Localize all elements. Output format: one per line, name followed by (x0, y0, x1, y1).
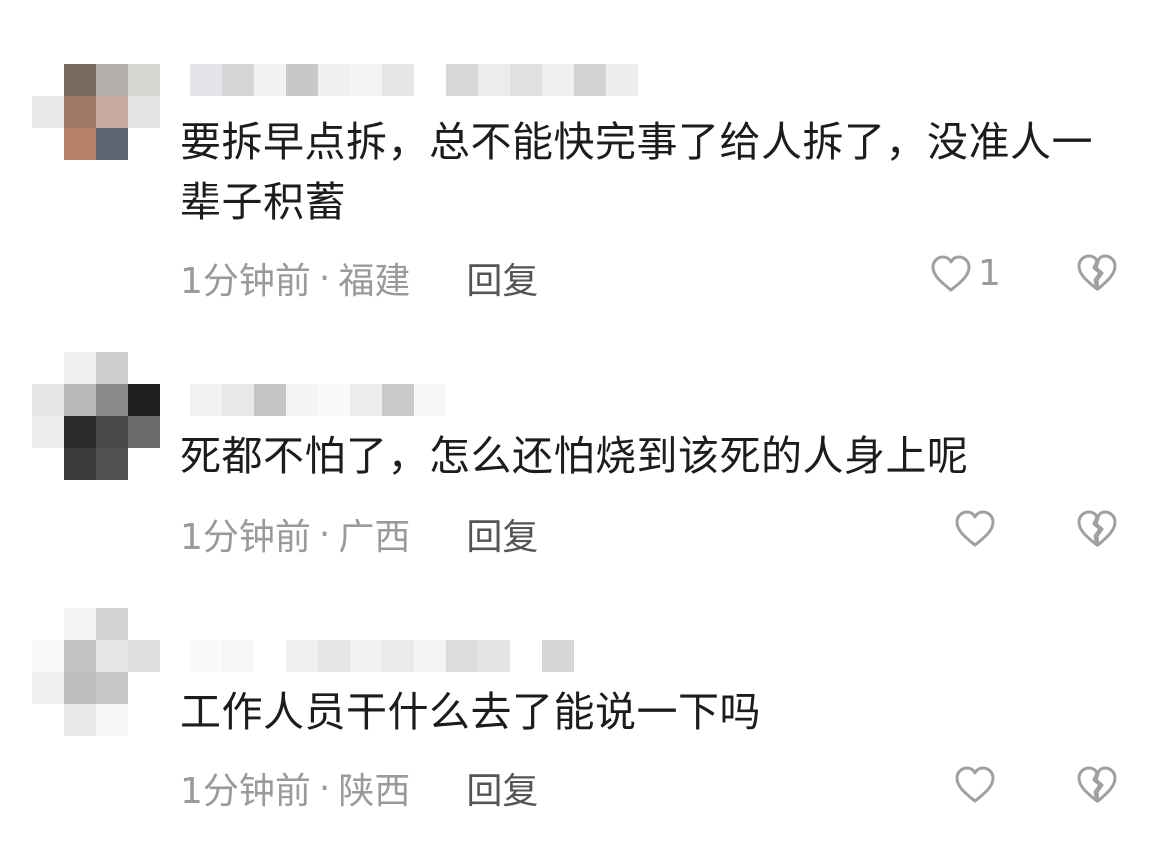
reply-button[interactable]: 回复 (466, 252, 538, 304)
comment-meta: 1分钟前 · 福建 回复 (180, 252, 538, 304)
dislike-button[interactable] (1076, 509, 1118, 549)
username-blurred[interactable] (190, 640, 574, 672)
like-button[interactable] (954, 765, 1002, 805)
dislike-button[interactable] (1076, 765, 1118, 805)
meta-separator: · (318, 513, 331, 555)
comment-text: 工作人员干什么去了能说一下吗 (180, 688, 761, 736)
reply-button[interactable]: 回复 (466, 762, 538, 814)
broken-heart-icon (1077, 510, 1117, 547)
comment-location: 陕西 (338, 771, 411, 812)
dislike-button[interactable] (1076, 253, 1118, 293)
meta-separator: · (318, 257, 331, 299)
username-blurred[interactable] (190, 64, 638, 96)
comment-text: 死都不怕了，怎么还怕烧到该死的人身上呢 (180, 432, 969, 480)
avatar[interactable] (32, 352, 160, 480)
broken-heart-icon (1077, 766, 1117, 803)
comment-meta: 1分钟前 · 广西 回复 (180, 508, 538, 560)
comment-meta: 1分钟前 · 陕西 回复 (180, 762, 538, 814)
like-button[interactable]: 1 (930, 253, 1001, 294)
like-button[interactable] (954, 509, 1002, 549)
comment-location: 福建 (338, 261, 411, 302)
heart-outline-icon (955, 510, 995, 547)
username-blurred[interactable] (190, 384, 446, 416)
like-count: 1 (978, 253, 1001, 294)
comment-location: 广西 (338, 517, 411, 558)
heart-outline-icon (955, 766, 995, 803)
comment-time: 1分钟前 (180, 261, 311, 302)
avatar[interactable] (32, 64, 160, 192)
comment-text: 要拆早点拆，总不能快完事了给人拆了，没准人一辈子积蓄 (180, 118, 1093, 226)
meta-separator: · (318, 767, 331, 809)
comment-time: 1分钟前 (180, 771, 311, 812)
comment-time: 1分钟前 (180, 517, 311, 558)
reply-button[interactable]: 回复 (466, 508, 538, 560)
broken-heart-icon (1077, 254, 1117, 291)
avatar[interactable] (32, 608, 160, 736)
heart-outline-icon (931, 255, 971, 291)
